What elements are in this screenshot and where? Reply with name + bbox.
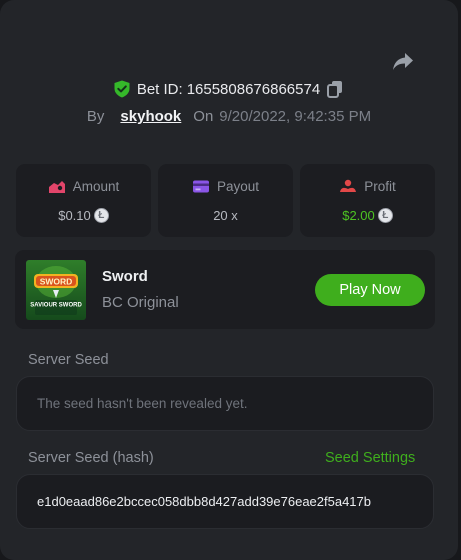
server-seed-label: Server Seed: [28, 352, 109, 368]
copy-icon[interactable]: [327, 80, 344, 98]
by-label: By: [86, 108, 105, 125]
game-title: Sword: [102, 268, 148, 285]
thumb-logo-text: SWORD: [40, 277, 73, 287]
bet-details-panel: Bet ID: 1655808676866574 By skyhook On 9…: [0, 0, 458, 560]
amount-value-row: $0.10 Ł: [16, 208, 151, 223]
coin-icon: Ł: [93, 208, 109, 223]
game-subtitle: BC Original: [102, 294, 179, 311]
on-label: On: [193, 108, 214, 125]
bet-id-value: 1655808676866574: [186, 80, 321, 98]
payout-value-row: 20 x: [158, 208, 293, 223]
bet-id-label: Bet ID:: [136, 80, 183, 98]
amount-label: Amount: [72, 179, 120, 194]
amount-value: $0.10: [58, 208, 91, 223]
username-link[interactable]: skyhook: [120, 108, 181, 125]
profit-label: Profit: [364, 179, 396, 194]
server-seed-field[interactable]: The seed hasn't been revealed yet.: [16, 376, 434, 431]
profit-header: Profit: [300, 179, 435, 194]
game-thumbnail[interactable]: SWORD SAVIOUR SWORD: [26, 260, 86, 320]
shield-check-icon: [114, 80, 130, 98]
play-now-button[interactable]: Play Now: [315, 274, 425, 306]
server-seed-hash-label: Server Seed (hash): [28, 450, 154, 466]
coin-icon: Ł: [377, 208, 393, 223]
share-icon[interactable]: [391, 51, 415, 73]
profit-value-row: $2.00 Ł: [300, 208, 435, 223]
payout-label: Payout: [216, 179, 260, 194]
amount-header: Amount: [16, 179, 151, 194]
seed-settings-link[interactable]: Seed Settings: [325, 450, 415, 466]
profit-value: $2.00: [342, 208, 375, 223]
game-card: SWORD SAVIOUR SWORD Sword BC Original Pl…: [15, 250, 435, 329]
payout-card: Payout 20 x: [158, 164, 293, 237]
amount-card: Amount $0.10 Ł: [16, 164, 151, 237]
bet-id-row: Bet ID: 1655808676866574: [0, 80, 458, 98]
profit-card: Profit $2.00 Ł: [300, 164, 435, 237]
card-icon: [192, 180, 209, 193]
payout-value: 20 x: [213, 208, 238, 223]
amount-icon: [48, 181, 65, 193]
bet-date: 9/20/2022, 9:42:35 PM: [219, 108, 372, 125]
bet-meta-row: By skyhook On 9/20/2022, 9:42:35 PM: [0, 108, 458, 125]
profit-icon: [340, 179, 357, 192]
thumb-sub-text: SAVIOUR SWORD: [30, 303, 82, 309]
payout-header: Payout: [158, 179, 293, 194]
server-seed-hash-field[interactable]: e1d0eaad86e2bccec058dbb8d427add39e76eae2…: [16, 474, 434, 529]
